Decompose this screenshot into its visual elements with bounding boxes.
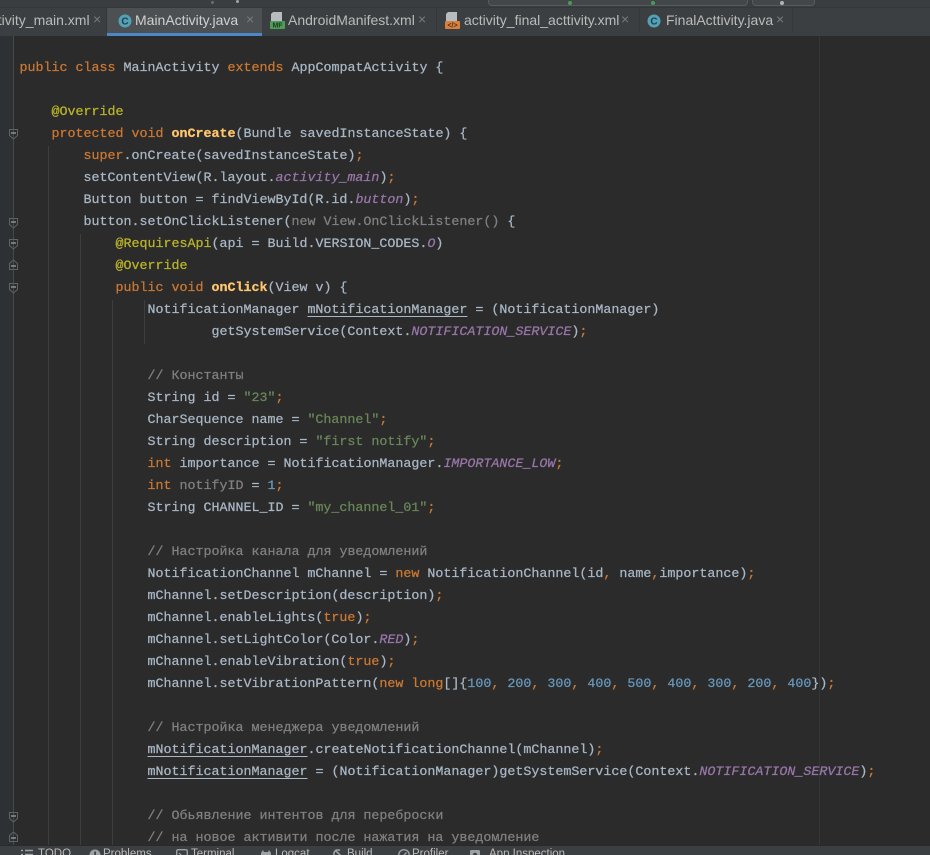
svg-text:C: C — [650, 17, 657, 28]
svg-text:</>: </> — [447, 23, 457, 30]
svg-text:C: C — [121, 17, 128, 28]
svg-text:MF: MF — [272, 23, 283, 30]
